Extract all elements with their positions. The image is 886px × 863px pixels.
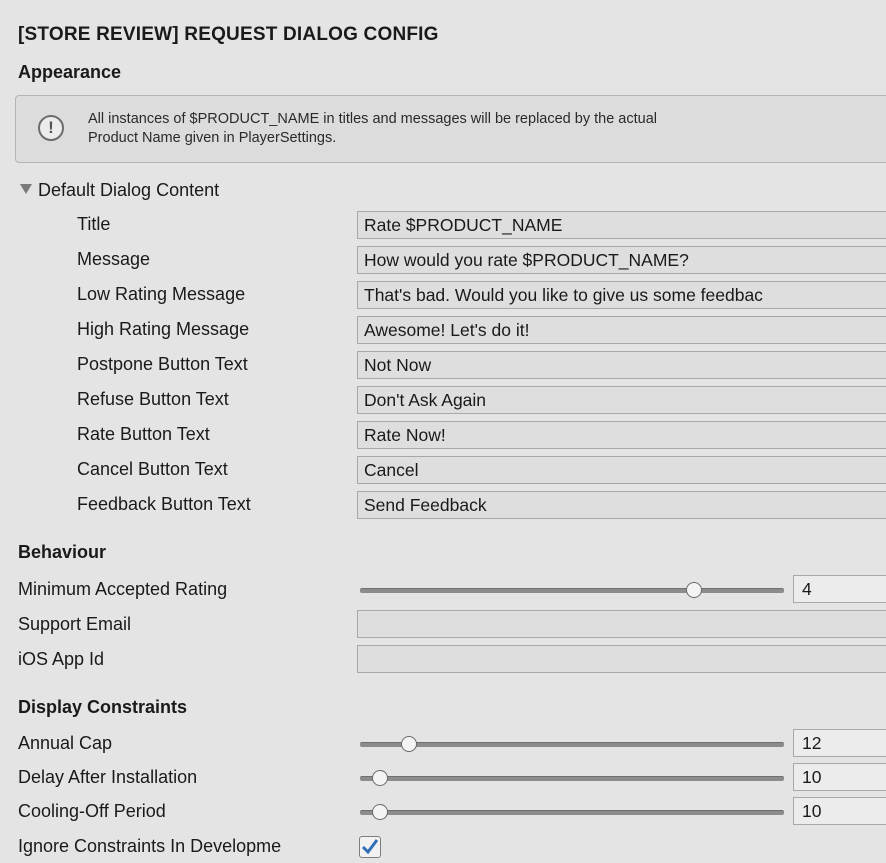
foldout-label: Default Dialog Content xyxy=(38,180,220,200)
ignore-constraints-label: Ignore Constraints In Developme xyxy=(18,836,282,856)
delay-after-installation-value[interactable]: 10 xyxy=(793,763,886,791)
refuse-button-text-field[interactable]: Don't Ask Again xyxy=(357,386,886,414)
title-label: Title xyxy=(77,214,111,234)
info-icon: ! xyxy=(38,115,64,141)
high-rating-message-field[interactable]: Awesome! Let's do it! xyxy=(357,316,886,344)
help-box: ! All instances of $PRODUCT_NAME in titl… xyxy=(15,95,886,163)
help-line-2: Product Name given in PlayerSettings. xyxy=(88,130,337,146)
cooling-off-period-label: Cooling-Off Period xyxy=(18,801,166,821)
ios-app-id-label: iOS App Id xyxy=(18,649,105,669)
slider-thumb[interactable] xyxy=(372,770,389,786)
title-field[interactable]: Rate $PRODUCT_NAME xyxy=(357,211,886,239)
rate-button-text-field[interactable]: Rate Now! xyxy=(357,421,886,449)
window-title: [STORE REVIEW] REQUEST DIALOG CONFIG xyxy=(18,24,439,45)
behaviour-heading: Behaviour xyxy=(18,542,107,562)
help-message: All instances of $PRODUCT_NAME in titles… xyxy=(88,110,878,148)
cooling-off-period-value[interactable]: 10 xyxy=(793,797,886,825)
ignore-constraints-checkbox[interactable] xyxy=(359,836,381,858)
feedback-button-text-label: Feedback Button Text xyxy=(77,494,251,514)
slider-thumb[interactable] xyxy=(372,804,389,820)
postpone-button-text-field[interactable]: Not Now xyxy=(357,351,886,379)
low-rating-message-field[interactable]: That's bad. Would you like to give us so… xyxy=(357,281,886,309)
refuse-button-text-label: Refuse Button Text xyxy=(77,389,229,409)
annual-cap-slider[interactable] xyxy=(360,736,784,752)
support-email-field[interactable] xyxy=(357,610,886,638)
delay-after-installation-slider[interactable] xyxy=(360,770,784,786)
cancel-button-text-label: Cancel Button Text xyxy=(77,459,228,479)
cooling-off-period-slider[interactable] xyxy=(360,804,784,820)
minimum-accepted-rating-value[interactable]: 4 xyxy=(793,575,886,603)
delay-after-installation-label: Delay After Installation xyxy=(18,767,198,787)
display-constraints-heading: Display Constraints xyxy=(18,697,188,717)
cancel-button-text-field[interactable]: Cancel xyxy=(357,456,886,484)
annual-cap-label: Annual Cap xyxy=(18,733,113,753)
low-rating-message-label: Low Rating Message xyxy=(77,284,246,304)
feedback-button-text-field[interactable]: Send Feedback xyxy=(357,491,886,519)
minimum-accepted-rating-slider[interactable] xyxy=(360,582,784,598)
message-label: Message xyxy=(77,249,151,269)
ios-app-id-field[interactable] xyxy=(357,645,886,673)
message-field[interactable]: How would you rate $PRODUCT_NAME? xyxy=(357,246,886,274)
default-dialog-content-foldout[interactable]: Default Dialog Content xyxy=(20,180,219,201)
minimum-accepted-rating-label: Minimum Accepted Rating xyxy=(18,579,228,599)
support-email-label: Support Email xyxy=(18,614,132,634)
appearance-heading: Appearance xyxy=(18,62,122,82)
rate-button-text-label: Rate Button Text xyxy=(77,424,210,444)
high-rating-message-label: High Rating Message xyxy=(77,319,250,339)
triangle-down-icon[interactable] xyxy=(20,184,32,194)
help-line-1: All instances of $PRODUCT_NAME in titles… xyxy=(88,111,657,127)
postpone-button-text-label: Postpone Button Text xyxy=(77,354,248,374)
slider-thumb[interactable] xyxy=(686,582,703,598)
checkmark-icon xyxy=(361,839,379,855)
annual-cap-value[interactable]: 12 xyxy=(793,729,886,757)
slider-thumb[interactable] xyxy=(400,736,417,752)
